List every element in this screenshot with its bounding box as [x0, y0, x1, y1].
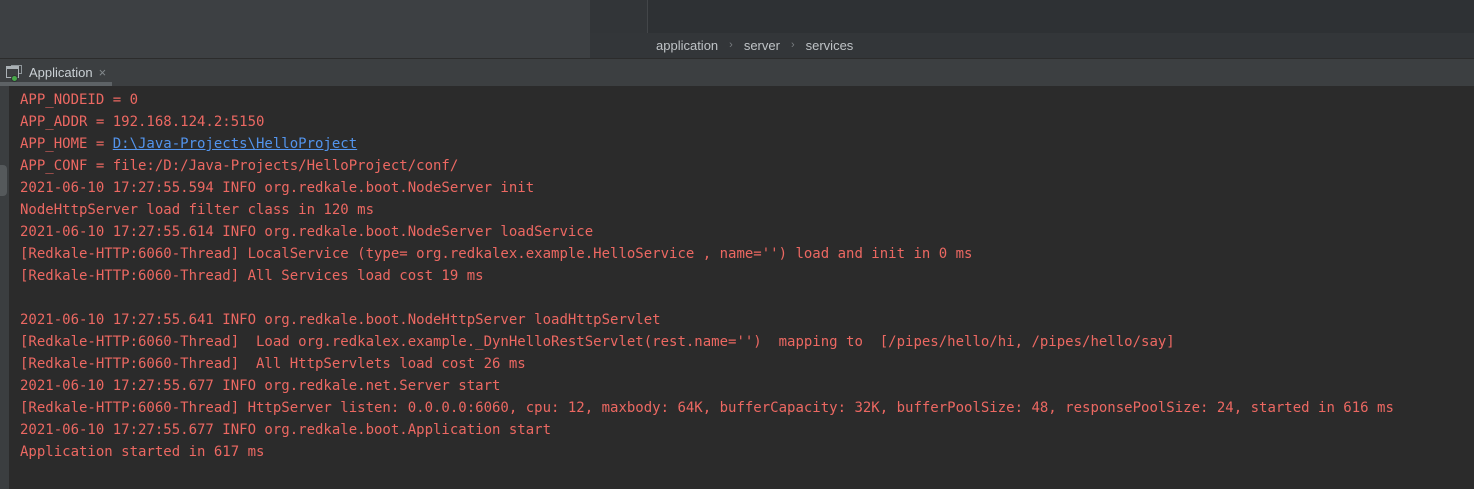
running-status-dot — [11, 75, 18, 82]
breadcrumb-item-server[interactable]: server — [744, 38, 780, 53]
editor-strip — [590, 0, 1474, 33]
breadcrumb: application › server › services — [590, 33, 1474, 58]
console-line: Application started in 617 ms — [20, 441, 1394, 463]
console-line: APP_NODEID = 0 — [20, 89, 1394, 111]
console-line: NodeHttpServer load filter class in 120 … — [20, 199, 1394, 221]
breadcrumb-item-application[interactable]: application — [656, 38, 718, 53]
chevron-right-icon: › — [791, 39, 795, 51]
editor-region: application › server › services — [590, 0, 1474, 58]
console-output: APP_NODEID = 0APP_ADDR = 192.168.124.2:5… — [20, 89, 1394, 463]
run-console-icon — [6, 65, 23, 80]
top-area: application › server › services — [0, 0, 1474, 58]
console-line: APP_ADDR = 192.168.124.2:5150 — [20, 111, 1394, 133]
console-gutter — [0, 86, 9, 489]
editor-divider — [647, 0, 648, 33]
console-line: [Redkale-HTTP:6060-Thread] All Services … — [20, 265, 1394, 287]
console-panel[interactable]: APP_NODEID = 0APP_ADDR = 192.168.124.2:5… — [0, 86, 1474, 489]
run-toolwindow-tab-bar: Application × — [0, 58, 1474, 86]
console-line: 2021-06-10 17:27:55.614 INFO org.redkale… — [20, 221, 1394, 243]
editor-segment — [590, 0, 647, 33]
console-line: 2021-06-10 17:27:55.677 INFO org.redkale… — [20, 375, 1394, 397]
gutter-scroll-thumb[interactable] — [0, 165, 7, 196]
console-line: APP_CONF = file:/D:/Java-Projects/HelloP… — [20, 155, 1394, 177]
chevron-right-icon: › — [729, 39, 733, 51]
console-line: 2021-06-10 17:27:55.677 INFO org.redkale… — [20, 419, 1394, 441]
left-tool-panel — [0, 0, 590, 58]
tab-application[interactable]: Application × — [0, 59, 112, 86]
breadcrumb-item-services[interactable]: services — [806, 38, 854, 53]
close-icon[interactable]: × — [99, 66, 107, 79]
console-line — [20, 287, 1394, 309]
console-line: [Redkale-HTTP:6060-Thread] HttpServer li… — [20, 397, 1394, 419]
console-line: [Redkale-HTTP:6060-Thread] LocalService … — [20, 243, 1394, 265]
console-line: 2021-06-10 17:27:55.641 INFO org.redkale… — [20, 309, 1394, 331]
console-line: APP_HOME = D:\Java-Projects\HelloProject — [20, 133, 1394, 155]
tab-label: Application — [29, 65, 93, 80]
console-line: 2021-06-10 17:27:55.594 INFO org.redkale… — [20, 177, 1394, 199]
console-line-prefix: APP_HOME = — [20, 136, 113, 152]
console-line: [Redkale-HTTP:6060-Thread] All HttpServl… — [20, 353, 1394, 375]
file-link[interactable]: D:\Java-Projects\HelloProject — [113, 136, 357, 152]
console-line: [Redkale-HTTP:6060-Thread] Load org.redk… — [20, 331, 1394, 353]
